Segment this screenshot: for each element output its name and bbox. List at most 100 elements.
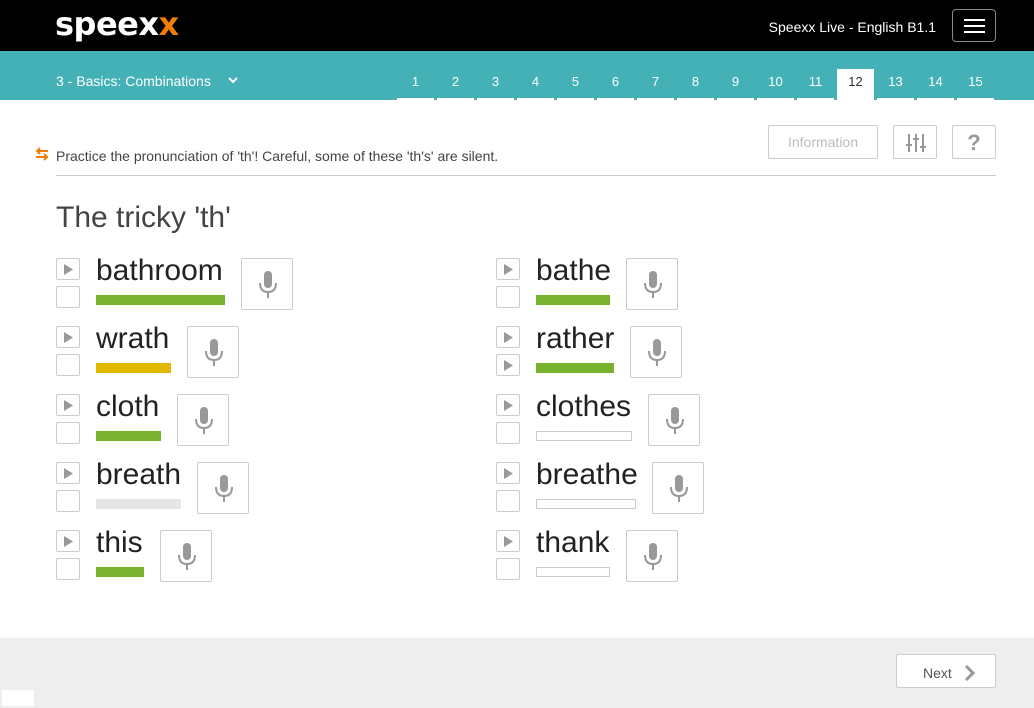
page-tab-2[interactable]: 2 — [437, 69, 474, 100]
microphone-icon — [666, 407, 684, 434]
play-recording-button[interactable] — [56, 490, 80, 512]
play-recording-button[interactable] — [56, 558, 80, 580]
microphone-icon — [644, 271, 662, 298]
play-audio-button[interactable] — [56, 326, 80, 348]
page-tab-10[interactable]: 10 — [757, 69, 794, 100]
page-tab-6[interactable]: 6 — [597, 69, 634, 100]
play-icon — [504, 264, 513, 275]
play-icon — [64, 536, 73, 547]
record-button[interactable] — [241, 258, 293, 310]
instruction-text: Practice the pronunciation of 'th'! Care… — [56, 148, 499, 164]
play-recording-button[interactable] — [496, 286, 520, 308]
page-tab-12[interactable]: 12 — [837, 69, 874, 100]
microphone-icon — [259, 271, 277, 298]
word-label: wrath — [96, 322, 170, 355]
score-bar — [96, 499, 181, 509]
score-bar — [536, 431, 632, 441]
record-button[interactable] — [630, 326, 682, 378]
play-audio-button[interactable] — [496, 394, 520, 416]
score-bar — [536, 567, 610, 577]
record-button[interactable] — [187, 326, 239, 378]
score-bar — [96, 431, 161, 441]
information-button[interactable]: Information — [768, 125, 878, 159]
play-recording-button[interactable] — [496, 558, 520, 580]
play-audio-button[interactable] — [496, 258, 520, 280]
play-icon — [504, 468, 513, 479]
chevron-right-icon — [964, 665, 976, 681]
page-tab-11[interactable]: 11 — [797, 69, 834, 100]
play-recording-button[interactable] — [56, 422, 80, 444]
microphone-icon — [205, 339, 223, 366]
play-audio-button[interactable] — [496, 530, 520, 552]
play-icon — [64, 400, 73, 411]
play-recording-button[interactable] — [496, 422, 520, 444]
play-recording-button[interactable] — [496, 354, 520, 376]
play-audio-button[interactable] — [496, 462, 520, 484]
score-bar — [536, 295, 610, 305]
page-tab-9[interactable]: 9 — [717, 69, 754, 100]
lesson-dropdown[interactable]: 3 - Basics: Combinations — [56, 73, 211, 89]
sliders-icon — [906, 134, 926, 152]
score-bar — [536, 363, 614, 373]
score-bar — [536, 499, 636, 509]
play-audio-button[interactable] — [56, 530, 80, 552]
word-label: breath — [96, 458, 182, 491]
play-icon — [64, 264, 73, 275]
microphone-icon — [648, 339, 666, 366]
play-recording-button[interactable] — [56, 354, 80, 376]
play-icon — [504, 400, 513, 411]
word-label: clothes — [536, 390, 632, 423]
page-tab-3[interactable]: 3 — [477, 69, 514, 100]
page-tab-5[interactable]: 5 — [557, 69, 594, 100]
microphone-icon — [644, 543, 662, 570]
page-tab-8[interactable]: 8 — [677, 69, 714, 100]
word-label: bathroom — [96, 254, 223, 287]
play-recording-button[interactable] — [56, 286, 80, 308]
course-title: Speexx Live - English B1.1 — [768, 19, 936, 35]
play-recording-button[interactable] — [496, 490, 520, 512]
chevron-down-icon[interactable] — [228, 75, 238, 85]
page-tab-4[interactable]: 4 — [517, 69, 554, 100]
word-label: cloth — [96, 390, 160, 423]
record-button[interactable] — [197, 462, 249, 514]
speexx-logo[interactable]: speexx — [55, 5, 179, 43]
microphone-icon — [215, 475, 233, 502]
page-tab-14[interactable]: 14 — [917, 69, 954, 100]
menu-button[interactable] — [952, 9, 996, 42]
lesson-navbar: 3 - Basics: Combinations 1 2 3 4 5 6 7 8… — [0, 51, 1034, 100]
divider — [56, 175, 996, 176]
next-button[interactable]: Next — [896, 654, 996, 688]
settings-button[interactable] — [893, 125, 937, 159]
page-tab-13[interactable]: 13 — [877, 69, 914, 100]
word-label: bathe — [536, 254, 612, 287]
play-icon — [504, 332, 513, 343]
record-button[interactable] — [626, 258, 678, 310]
record-button[interactable] — [177, 394, 229, 446]
play-audio-button[interactable] — [56, 394, 80, 416]
play-audio-button[interactable] — [56, 258, 80, 280]
top-bar: speexx Speexx Live - English B1.1 — [0, 0, 1034, 51]
page-tab-15[interactable]: 15 — [957, 69, 994, 100]
record-button[interactable] — [626, 530, 678, 582]
microphone-icon — [178, 543, 196, 570]
footer: Next — [0, 638, 1034, 708]
play-icon — [504, 536, 513, 547]
play-audio-button[interactable] — [496, 326, 520, 348]
next-label: Next — [923, 665, 952, 681]
word-label: this — [96, 526, 143, 559]
play-audio-button[interactable] — [56, 462, 80, 484]
microphone-icon — [195, 407, 213, 434]
play-icon — [64, 332, 73, 343]
swap-arrows-icon — [35, 147, 49, 161]
word-label: breathe — [536, 458, 638, 491]
page-tab-7[interactable]: 7 — [637, 69, 674, 100]
record-button[interactable] — [652, 462, 704, 514]
record-button[interactable] — [648, 394, 700, 446]
page-tab-1[interactable]: 1 — [397, 69, 434, 100]
help-button[interactable]: ? — [952, 125, 996, 159]
score-bar — [96, 363, 171, 373]
hamburger-icon — [964, 19, 985, 21]
play-icon — [504, 360, 513, 371]
record-button[interactable] — [160, 530, 212, 582]
score-bar — [96, 295, 225, 305]
